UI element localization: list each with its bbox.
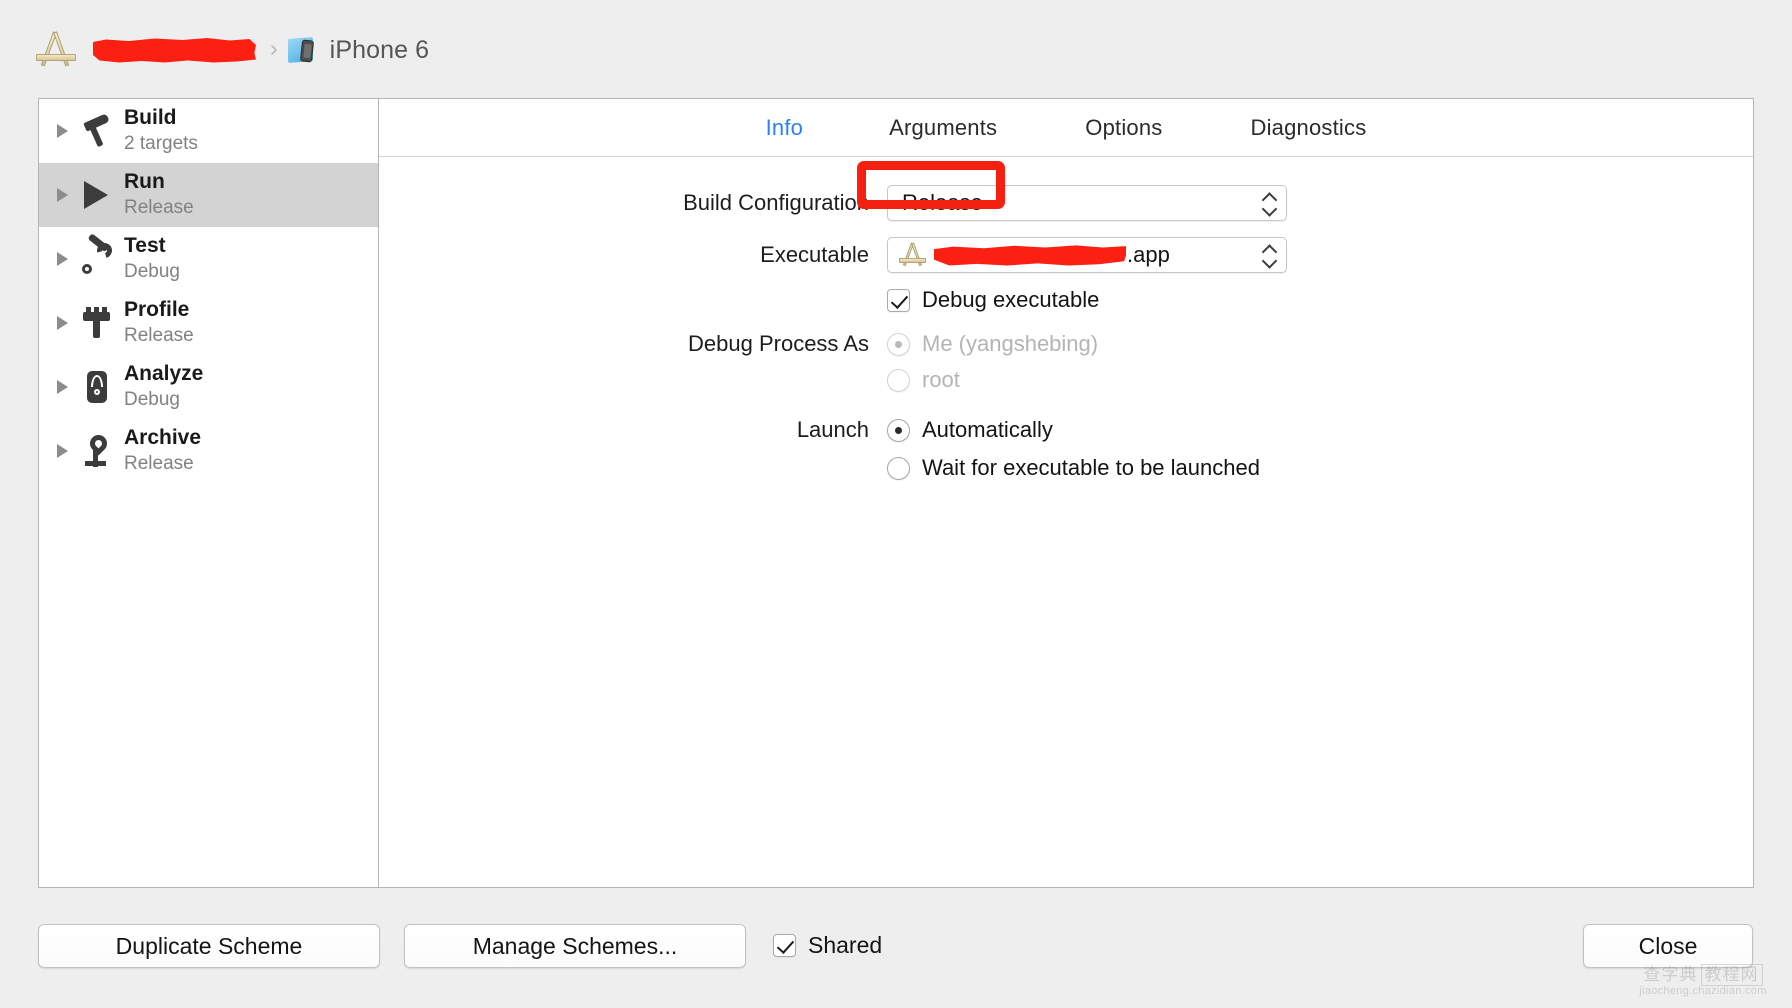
scheme-panel: Build 2 targets Run Release bbox=[38, 98, 1754, 888]
watermark-url: jiaocheng.chazidian.com bbox=[1620, 985, 1786, 998]
xcode-app-icon bbox=[898, 240, 928, 270]
tab-diagnostics[interactable]: Diagnostics bbox=[1228, 115, 1388, 141]
launch-label: Launch bbox=[379, 417, 887, 443]
radio-icon[interactable] bbox=[887, 333, 910, 356]
executable-extension: .app bbox=[1127, 242, 1170, 268]
build-configuration-label: Build Configuration bbox=[379, 190, 887, 216]
sidebar-item-title: Archive bbox=[124, 426, 201, 451]
radio-icon[interactable] bbox=[887, 457, 910, 480]
watermark-text-left: 查字典 bbox=[1644, 965, 1698, 985]
debug-process-as-root-row: root bbox=[379, 367, 1753, 393]
archive-icon bbox=[80, 432, 114, 470]
xcode-app-icon bbox=[34, 28, 78, 72]
disclosure-triangle-icon[interactable] bbox=[57, 380, 68, 394]
launch-option-label: Automatically bbox=[922, 417, 1053, 443]
shared-label: Shared bbox=[808, 932, 882, 959]
breadcrumb-separator-icon: › bbox=[270, 37, 278, 60]
scheme-name-redacted[interactable] bbox=[93, 38, 256, 63]
play-icon bbox=[80, 176, 114, 214]
run-action-content: Info Arguments Options Diagnostics Build… bbox=[379, 99, 1753, 887]
tab-bar: Info Arguments Options Diagnostics bbox=[379, 99, 1753, 157]
bottom-toolbar: Duplicate Scheme Manage Schemes... Share… bbox=[0, 890, 1792, 1008]
shared-checkbox[interactable]: Shared bbox=[773, 932, 882, 959]
disclosure-triangle-icon[interactable] bbox=[57, 188, 68, 202]
tab-options[interactable]: Options bbox=[1063, 115, 1184, 141]
build-configuration-dropdown[interactable]: Release bbox=[887, 185, 1287, 221]
build-configuration-row: Build Configuration Release bbox=[379, 185, 1753, 221]
checkbox-icon[interactable] bbox=[773, 934, 796, 957]
debug-process-as-option-me[interactable]: Me (yangshebing) bbox=[887, 331, 1098, 357]
sidebar-item-subtitle: Release bbox=[124, 196, 194, 220]
scheme-actions-sidebar: Build 2 targets Run Release bbox=[39, 99, 379, 887]
executable-row: Executable .app bbox=[379, 237, 1753, 273]
sidebar-item-subtitle: Debug bbox=[124, 388, 203, 412]
debug-executable-row: Debug executable bbox=[379, 287, 1753, 313]
checkbox-icon[interactable] bbox=[887, 289, 910, 312]
sidebar-item-title: Profile bbox=[124, 298, 194, 323]
sidebar-item-run[interactable]: Run Release bbox=[39, 163, 378, 227]
profile-icon bbox=[80, 304, 114, 342]
stepper-arrows-icon[interactable] bbox=[1263, 194, 1276, 213]
launch-wait-row: Wait for executable to be launched bbox=[379, 455, 1753, 481]
debug-process-as-option-label: Me (yangshebing) bbox=[922, 331, 1098, 357]
disclosure-triangle-icon[interactable] bbox=[57, 252, 68, 266]
duplicate-scheme-button[interactable]: Duplicate Scheme bbox=[38, 924, 380, 968]
executable-label: Executable bbox=[379, 242, 887, 268]
sidebar-item-title: Run bbox=[124, 170, 194, 195]
sidebar-item-test[interactable]: Test Debug bbox=[39, 227, 378, 291]
launch-option-automatically[interactable]: Automatically bbox=[887, 417, 1053, 443]
disclosure-triangle-icon[interactable] bbox=[57, 124, 68, 138]
destination-label: iPhone 6 bbox=[330, 36, 430, 65]
debug-process-as-option-root[interactable]: root bbox=[887, 367, 960, 393]
sidebar-item-subtitle: Release bbox=[124, 452, 201, 476]
breadcrumb: › iPhone 6 bbox=[0, 0, 1792, 100]
sidebar-item-archive[interactable]: Archive Release bbox=[39, 419, 378, 483]
close-button[interactable]: Close bbox=[1583, 924, 1753, 968]
launch-option-label: Wait for executable to be launched bbox=[922, 455, 1260, 481]
launch-row: Launch Automatically bbox=[379, 417, 1753, 443]
tab-arguments[interactable]: Arguments bbox=[867, 115, 1019, 141]
simulator-icon bbox=[288, 37, 318, 63]
radio-icon[interactable] bbox=[887, 419, 910, 442]
sidebar-item-title: Test bbox=[124, 234, 180, 259]
debug-executable-checkbox[interactable]: Debug executable bbox=[887, 287, 1099, 313]
sidebar-item-profile[interactable]: Profile Release bbox=[39, 291, 378, 355]
disclosure-triangle-icon[interactable] bbox=[57, 444, 68, 458]
debug-executable-label: Debug executable bbox=[922, 287, 1099, 313]
wrench-icon bbox=[80, 240, 114, 278]
debug-process-as-row: Debug Process As Me (yangshebing) bbox=[379, 331, 1753, 357]
stepper-arrows-icon[interactable] bbox=[1263, 246, 1276, 265]
watermark-text-right: 教程网 bbox=[1701, 964, 1763, 986]
info-form: Build Configuration Release Executable bbox=[379, 157, 1753, 481]
build-configuration-value: Release bbox=[902, 190, 983, 216]
hammer-icon bbox=[80, 112, 114, 150]
debug-process-as-option-label: root bbox=[922, 367, 960, 393]
sidebar-item-build[interactable]: Build 2 targets bbox=[39, 99, 378, 163]
sidebar-item-title: Build bbox=[124, 106, 198, 131]
disclosure-triangle-icon[interactable] bbox=[57, 316, 68, 330]
sidebar-item-subtitle: 2 targets bbox=[124, 132, 198, 156]
executable-name-redacted bbox=[934, 245, 1126, 266]
debug-process-as-label: Debug Process As bbox=[379, 331, 887, 357]
sidebar-item-subtitle: Debug bbox=[124, 260, 180, 284]
sidebar-item-title: Analyze bbox=[124, 362, 203, 387]
launch-option-wait[interactable]: Wait for executable to be launched bbox=[887, 455, 1260, 481]
watermark: 查字典教程网 jiaocheng.chazidian.com bbox=[1620, 966, 1786, 1002]
executable-dropdown[interactable]: .app bbox=[887, 237, 1287, 273]
tab-info[interactable]: Info bbox=[744, 115, 826, 141]
sidebar-item-analyze[interactable]: Analyze Debug bbox=[39, 355, 378, 419]
sidebar-item-subtitle: Release bbox=[124, 324, 194, 348]
scheme-editor-window: › iPhone 6 Build 2 targets bbox=[0, 0, 1792, 1008]
radio-icon[interactable] bbox=[887, 369, 910, 392]
analyze-icon bbox=[80, 368, 114, 406]
manage-schemes-button[interactable]: Manage Schemes... bbox=[404, 924, 746, 968]
